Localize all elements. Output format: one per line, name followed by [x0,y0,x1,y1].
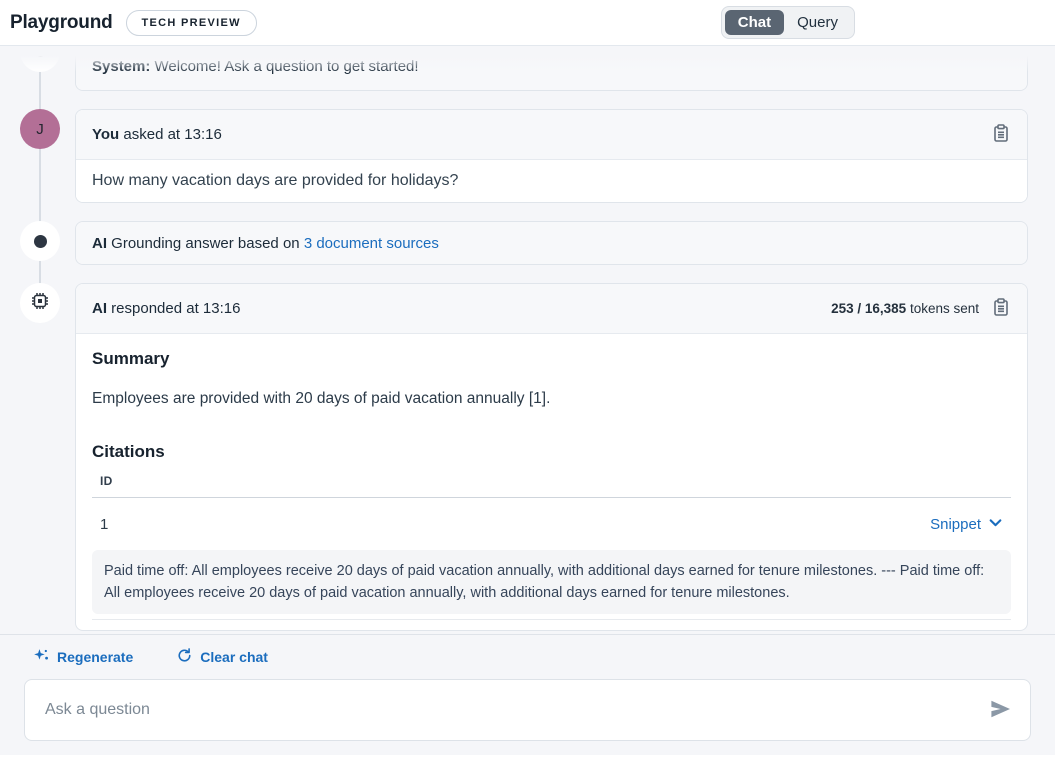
grounding-card: AI Grounding answer based on 3 document … [75,221,1028,265]
chat-footer: Regenerate Clear chat [0,634,1055,755]
system-prefix: System: [92,58,150,75]
summary-text: Employees are provided with 20 days of p… [92,389,1011,409]
chevron-down-icon [988,515,1003,534]
grounding-dot-icon [34,235,47,248]
grounding-prefix: AI [92,235,107,252]
message-list: System: Welcome! Ask a question to get s… [20,46,1028,631]
copy-answer-button[interactable] [991,297,1011,320]
regenerate-button[interactable]: Regenerate [34,648,133,666]
system-dot-icon [36,48,45,57]
snippet-text: Paid time off: All employees receive 20 … [92,550,1011,614]
tab-chat[interactable]: Chat [725,10,784,35]
ai-response-card: AI responded at 13:16 253 / 16,385 token… [75,283,1028,631]
document-sources-link[interactable]: 3 document sources [304,235,439,252]
playground-app: Playground TECH PREVIEW Chat Query Sys [0,0,1055,763]
summary-heading: Summary [92,349,1011,369]
clipboard-icon [991,297,1011,320]
system-message-row: System: Welcome! Ask a question to get s… [20,46,1028,91]
chat-scroll-area[interactable]: System: Welcome! Ask a question to get s… [0,46,1055,634]
tab-query[interactable]: Query [784,10,851,35]
question-input[interactable] [45,701,988,719]
snippet-toggle-button[interactable]: Snippet [930,515,1003,534]
chip-icon [29,290,51,317]
sparkle-icon [34,648,49,666]
mode-toggle: Chat Query [721,6,855,39]
send-icon [988,697,1012,724]
send-button[interactable] [988,697,1012,724]
clear-chat-button[interactable]: Clear chat [177,648,268,666]
ai-avatar [20,283,60,323]
user-meta: asked at 13:16 [123,126,221,143]
snippet-label: Snippet [930,516,981,533]
token-count: 253 / 16,385 tokens sent [831,301,979,316]
citations-table: ID 1 Snippet [92,474,1011,620]
citations-id-header: ID [92,474,1011,498]
user-message-row: J You asked at 13:16 [20,109,1028,203]
citation-row: 1 Snippet [92,498,1011,550]
app-header: Playground TECH PREVIEW Chat Query [0,0,1055,46]
ai-message-row: AI responded at 13:16 253 / 16,385 token… [20,283,1028,631]
citation-id: 1 [100,516,108,533]
bottom-strip [0,755,1055,763]
refresh-icon [177,648,192,666]
page-title: Playground [10,12,113,34]
grounding-avatar [20,221,60,261]
system-text: Welcome! Ask a question to get started! [155,58,419,75]
user-message-card: You asked at 13:16 [75,109,1028,203]
ai-prefix: AI [92,300,107,317]
copy-question-button[interactable] [991,123,1011,146]
user-prefix: You [92,126,119,143]
grounding-message-row: AI Grounding answer based on 3 document … [20,221,1028,265]
grounding-text: Grounding answer based on [111,235,299,252]
ai-meta: responded at 13:16 [111,300,240,317]
question-composer [24,679,1031,741]
system-avatar [20,46,60,72]
citations-heading: Citations [92,442,1011,462]
user-avatar: J [20,109,60,149]
tech-preview-badge: TECH PREVIEW [126,10,257,36]
user-question-text: How many vacation days are provided for … [76,160,1027,202]
clipboard-icon [991,123,1011,146]
system-message-card: System: Welcome! Ask a question to get s… [75,46,1028,91]
